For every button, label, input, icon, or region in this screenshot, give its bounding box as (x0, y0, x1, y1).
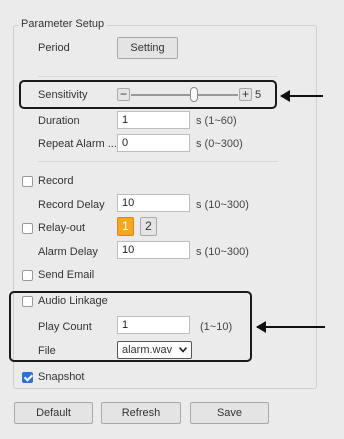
send-email-label: Send Email (38, 269, 95, 281)
sensitivity-decrease-button[interactable]: − (117, 88, 130, 101)
play-count-label: Play Count (38, 321, 92, 333)
file-label: File (38, 345, 56, 357)
divider (38, 76, 278, 77)
record-checkbox[interactable] (22, 176, 33, 187)
audio-linkage-checkbox[interactable] (22, 296, 33, 307)
play-count-input[interactable] (117, 316, 190, 334)
sensitivity-thumb[interactable] (190, 87, 199, 102)
snapshot-checkbox[interactable] (22, 372, 33, 383)
record-delay-label: Record Delay (38, 199, 105, 211)
alarm-delay-label: Alarm Delay (38, 246, 98, 258)
sensitivity-value: 5 (255, 89, 262, 101)
sensitivity-track (131, 94, 238, 96)
relay-1-button[interactable]: 1 (117, 217, 134, 236)
duration-input[interactable] (117, 111, 190, 129)
default-button[interactable]: Default (14, 402, 93, 424)
period-setting-button[interactable]: Setting (117, 37, 178, 59)
alarm-delay-unit: s (10~300) (196, 246, 249, 258)
chevron-down-icon (179, 347, 187, 353)
duration-unit: s (1~60) (196, 115, 237, 127)
alarm-delay-input[interactable] (117, 241, 190, 259)
record-label: Record (38, 175, 74, 187)
parameter-setup-legend: Parameter Setup (18, 18, 108, 30)
snapshot-label: Snapshot (38, 371, 85, 383)
repeat-alarm-input[interactable] (117, 134, 190, 152)
play-count-unit: (1~10) (200, 321, 233, 333)
relay-out-checkbox[interactable] (22, 223, 33, 234)
save-button[interactable]: Save (190, 402, 269, 424)
divider (38, 161, 278, 162)
repeat-alarm-label: Repeat Alarm ... (38, 138, 117, 150)
file-select-value: alarm.wav (122, 344, 173, 356)
sensitivity-label: Sensitivity (38, 89, 88, 101)
relay-2-button[interactable]: 2 (140, 217, 157, 236)
repeat-alarm-unit: s (0~300) (196, 138, 243, 150)
period-label: Period (38, 42, 70, 54)
file-select[interactable]: alarm.wav (117, 341, 192, 359)
duration-label: Duration (38, 115, 80, 127)
record-delay-unit: s (10~300) (196, 199, 249, 211)
arrow-left-icon (256, 321, 325, 333)
sensitivity-increase-button[interactable]: + (239, 88, 252, 101)
refresh-button[interactable]: Refresh (101, 402, 181, 424)
audio-linkage-label: Audio Linkage (38, 295, 108, 307)
arrow-left-icon (280, 90, 323, 102)
sensitivity-slider[interactable]: − + (117, 87, 252, 103)
record-delay-input[interactable] (117, 194, 190, 212)
send-email-checkbox[interactable] (22, 270, 33, 281)
relay-out-label: Relay-out (38, 222, 86, 234)
